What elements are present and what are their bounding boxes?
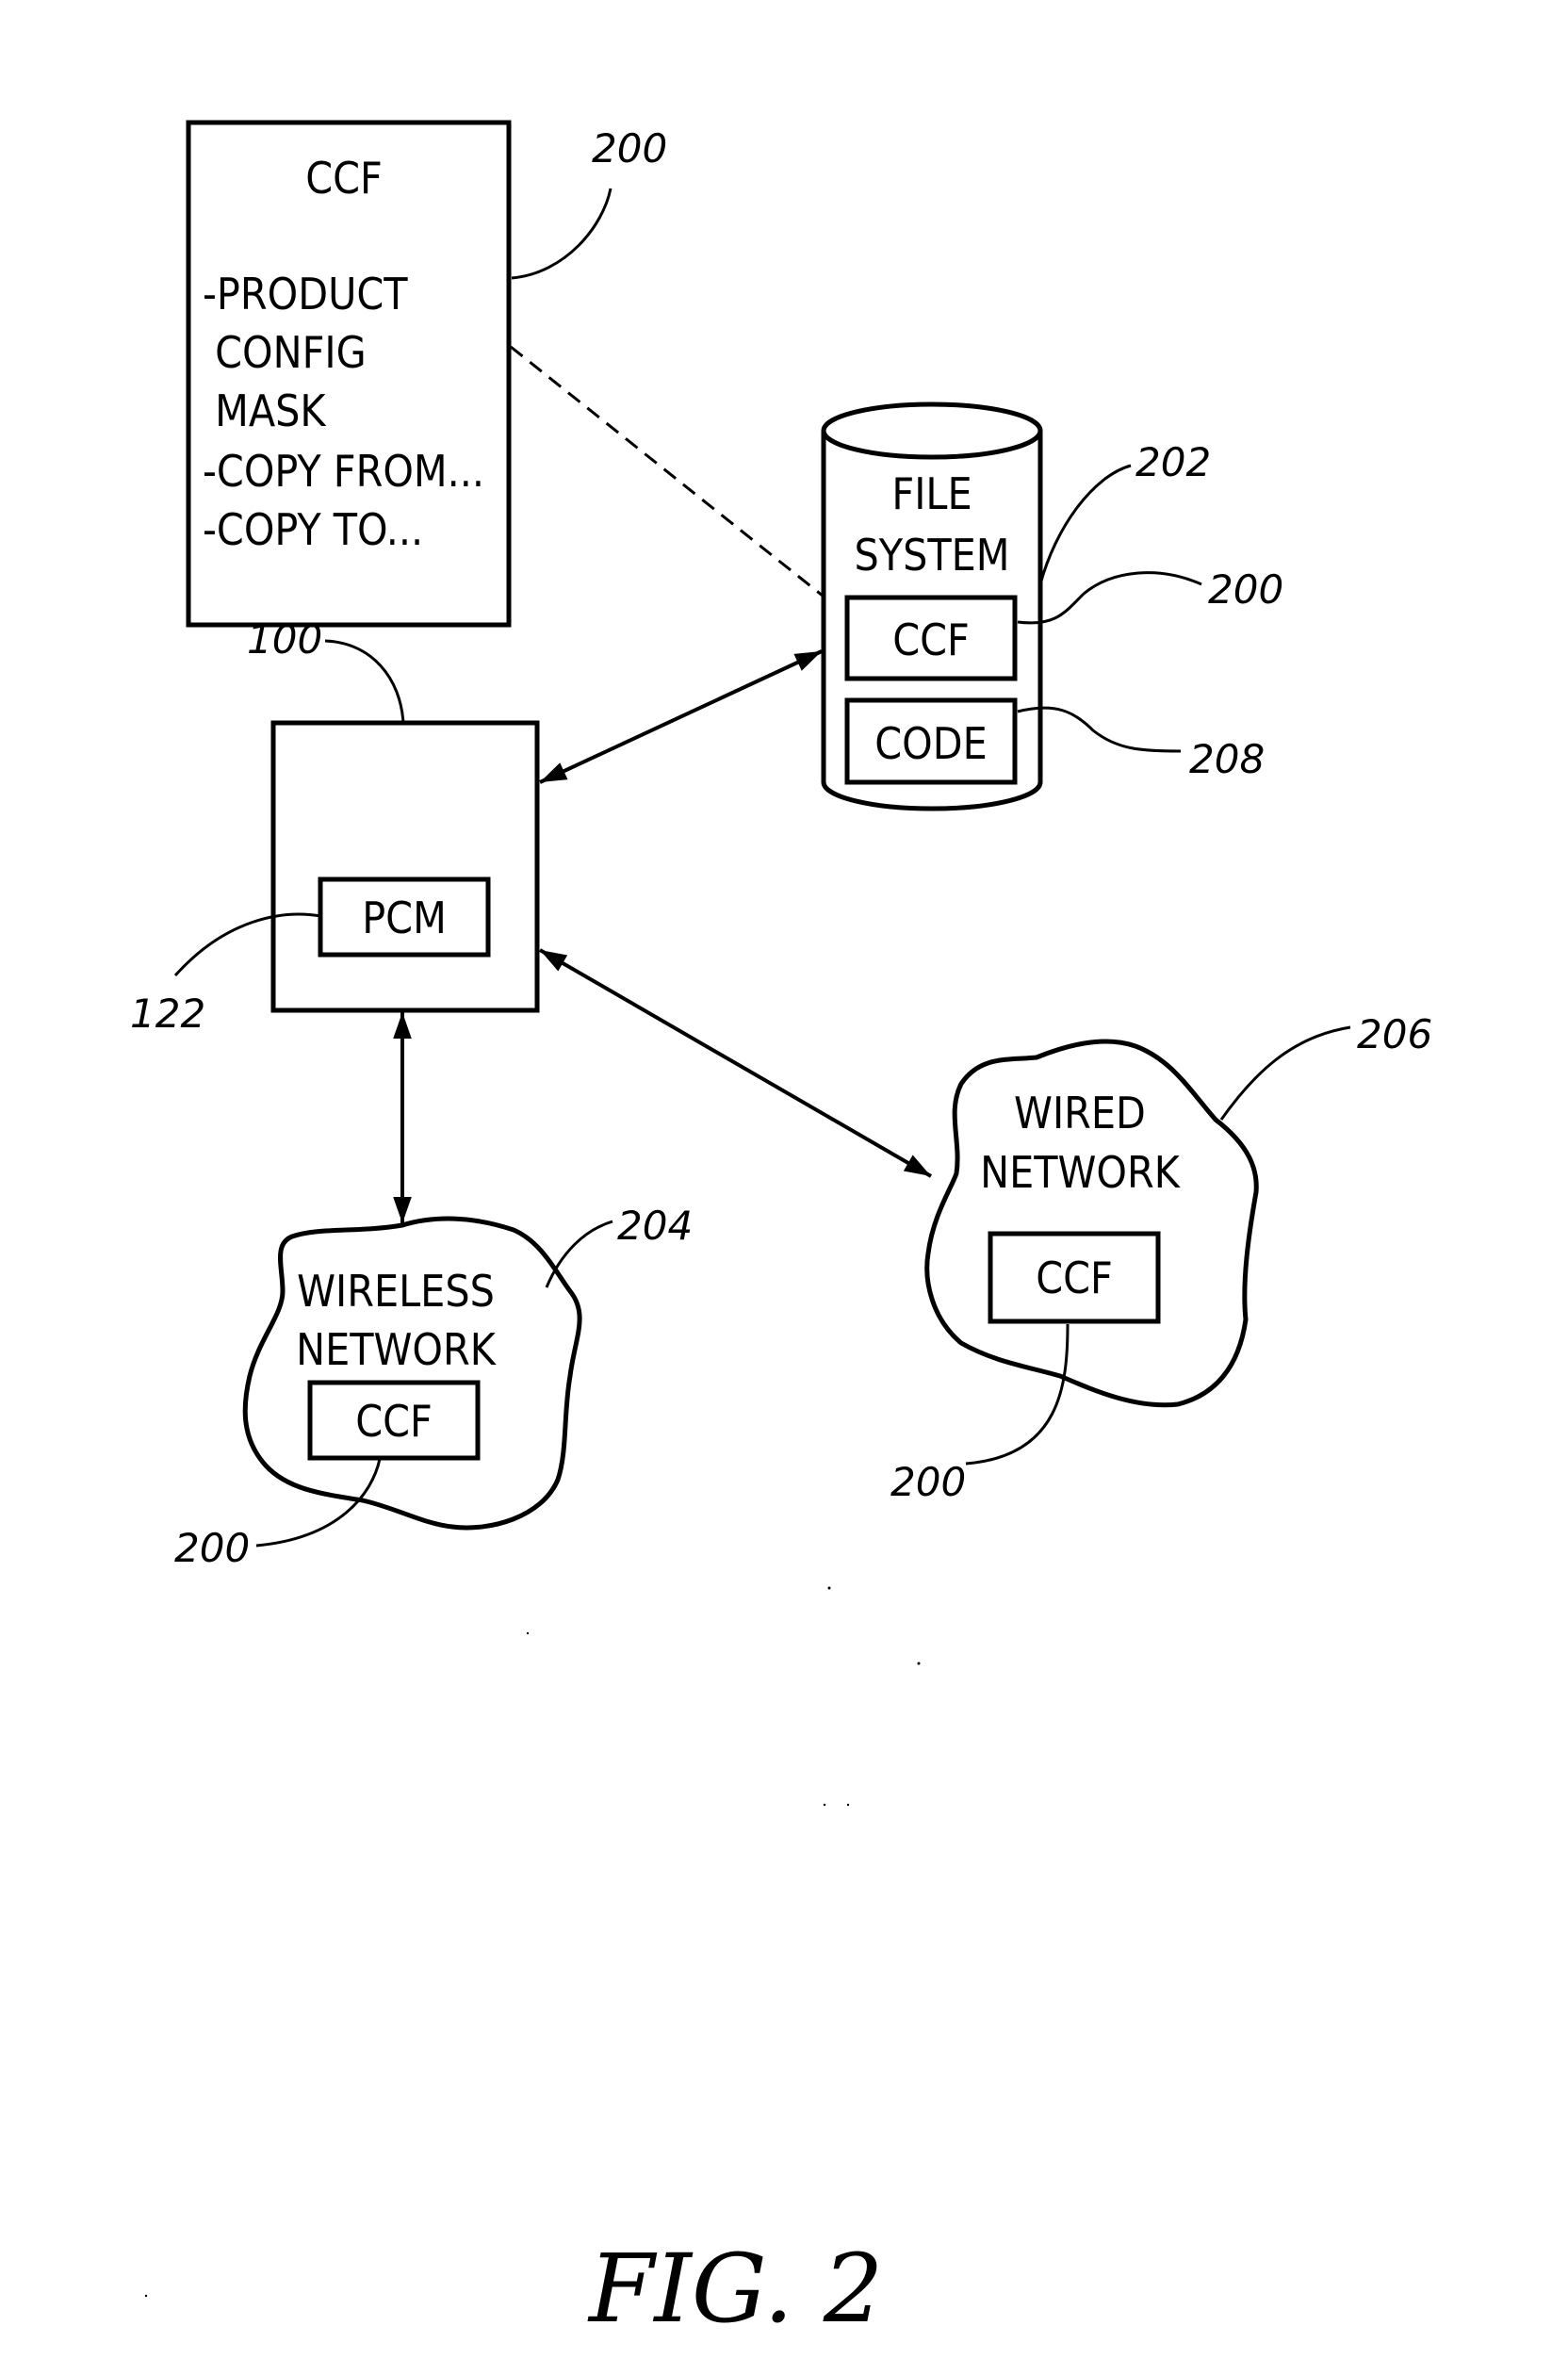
- file-system-ref: 202: [1135, 439, 1211, 485]
- wired-ccf-label: CCF: [1036, 1253, 1113, 1303]
- wireless-network-cloud: WIRELESS NETWORK CCF: [242, 1216, 582, 1531]
- ccf-detail-box: CCF -PRODUCT CONFIG MASK -COPY FROM... -…: [186, 120, 512, 628]
- ccf-detail-line-mask: MASK: [203, 385, 327, 436]
- file-system-title-1: FILE: [891, 468, 972, 519]
- pcm-label: PCM: [362, 893, 447, 943]
- ccf-detail-line-copy-to: -COPY TO...: [203, 504, 423, 555]
- file-system-leader-line: [1038, 464, 1132, 585]
- ccf-detail-title: CCF: [305, 153, 383, 204]
- wired-network-title-1: WIRED: [1014, 1088, 1146, 1138]
- wireless-network-ref: 204: [617, 1203, 693, 1249]
- figure-caption: FIG. 2: [587, 2234, 883, 2344]
- wired-leader-line: [1219, 1025, 1351, 1121]
- file-system-title-2: SYSTEM: [855, 530, 1010, 581]
- ccf-detail-line-config: CONFIG: [203, 327, 367, 378]
- device-box: PCM: [270, 720, 540, 1013]
- device-file-system-arrow: [539, 649, 823, 784]
- wireless-network-title-1: WIRELESS: [297, 1266, 495, 1317]
- device-leader-line: [324, 639, 405, 724]
- ccf-detail-ref: 200: [592, 125, 667, 172]
- wired-ccf-ref: 200: [890, 1459, 966, 1505]
- file-system-ccf-label: CCF: [892, 614, 970, 665]
- fs-ccf-leader-line: [1017, 571, 1202, 625]
- wired-network-ref: 206: [1357, 1011, 1432, 1057]
- wired-network-title-2: NETWORK: [980, 1147, 1182, 1198]
- ccf-detail-line-copy-from: -COPY FROM...: [203, 446, 484, 497]
- ccf-dashed-link: [510, 345, 847, 616]
- pcm-ref: 122: [130, 991, 205, 1037]
- wired-network-cloud: WIRED NETWORK CCF: [924, 1039, 1259, 1408]
- device-wired-network-arrow: [538, 948, 933, 1178]
- scan-specks: [144, 1586, 921, 2298]
- file-system-ccf-ref: 200: [1208, 566, 1283, 613]
- ccf-detail-leader-line: [511, 188, 612, 280]
- wireless-ccf-ref: 200: [174, 1525, 250, 1571]
- ccf-detail-line-product: -PRODUCT: [203, 269, 408, 319]
- file-system-code-label: CODE: [874, 718, 988, 769]
- patent-diagram: CCF -PRODUCT CONFIG MASK -COPY FROM... -…: [130, 120, 1432, 2344]
- wireless-ccf-label: CCF: [355, 1396, 433, 1447]
- device-ref: 100: [247, 616, 322, 663]
- file-system-cylinder: FILE SYSTEM CCF CODE: [821, 401, 1043, 811]
- file-system-code-ref: 208: [1189, 736, 1265, 782]
- wireless-network-title-2: NETWORK: [296, 1324, 498, 1375]
